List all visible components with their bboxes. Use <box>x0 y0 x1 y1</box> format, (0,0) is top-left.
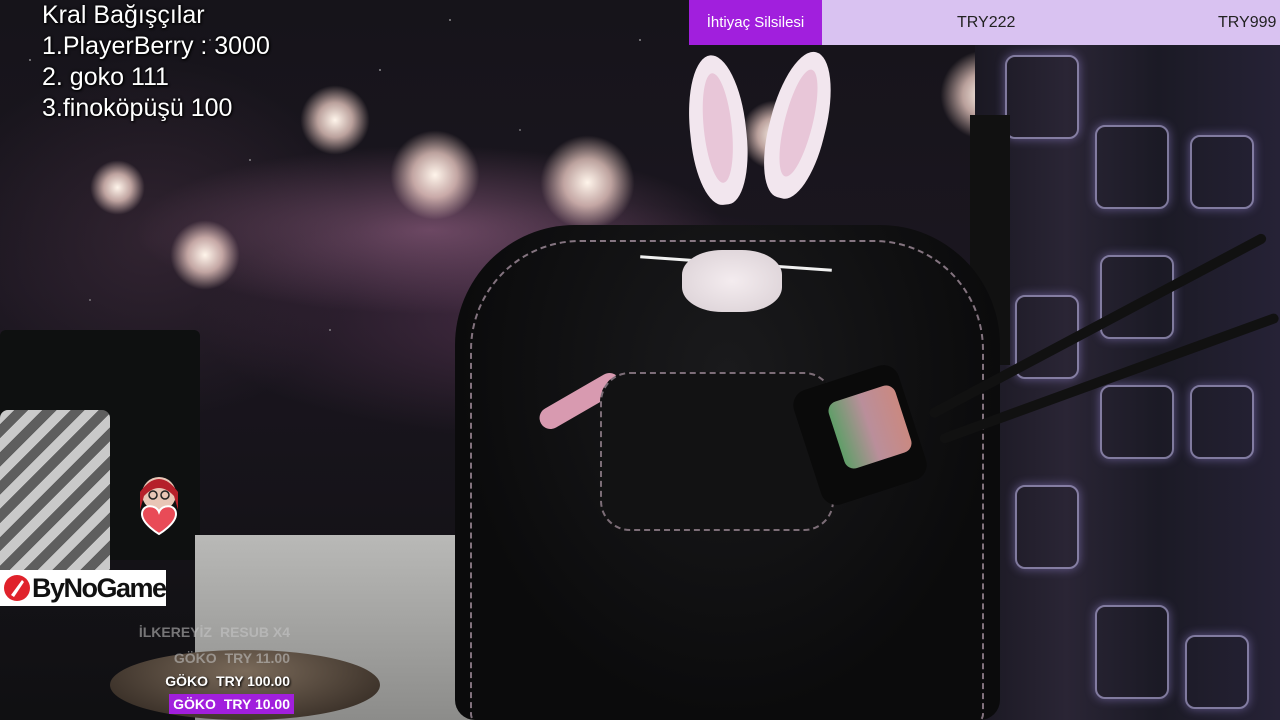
neon-tile <box>1100 255 1174 339</box>
feed-detail: TRY 10.00 <box>223 696 290 712</box>
neon-tile <box>1190 385 1254 459</box>
feed-user: GÖKO <box>173 650 217 666</box>
neon-tile <box>1100 385 1174 459</box>
top-donor-entry: 2. goko 111 <box>42 63 169 91</box>
feed-user: GÖKO <box>173 696 216 712</box>
bokeh-light <box>540 135 635 230</box>
feed-row: İLKEREYİZ RESUB X4 <box>135 622 294 642</box>
bow-tie <box>682 250 782 312</box>
neon-tile <box>1005 55 1079 139</box>
bokeh-light <box>390 130 480 220</box>
feed-user: GÖKO <box>165 673 209 689</box>
feed-detail: TRY 100.00 <box>216 673 290 689</box>
neon-tile <box>1015 485 1079 569</box>
donation-goals-bar: İhtiyaç Silsilesi TRY222 TRY999 <box>689 0 1280 45</box>
goal-item: TRY999 <box>1218 13 1277 31</box>
goal-item: TRY222 <box>957 13 1016 31</box>
bokeh-light <box>90 160 145 215</box>
feed-detail: RESUB X4 <box>219 624 290 640</box>
top-donors-title: Kral Bağışçılar <box>42 1 205 29</box>
neon-poster-wall <box>975 45 1280 720</box>
feed-row: GÖKO TRY 11.00 <box>170 648 294 668</box>
zigzag-cushion <box>0 410 110 590</box>
top-donor-entry: 3.finoköpüşü 100 <box>42 94 233 122</box>
bokeh-light <box>300 85 370 155</box>
bokeh-light <box>170 220 240 290</box>
bynogame-logo-icon <box>4 575 30 601</box>
neon-tile <box>1185 635 1249 709</box>
top-donors-overlay: Kral Bağışçılar 1.PlayerBerry : 3000 2. … <box>42 0 270 124</box>
heart-avatar-sticker-icon <box>128 470 190 536</box>
top-donor-entry: 1.PlayerBerry : 3000 <box>42 32 270 60</box>
neon-tile <box>1190 135 1254 209</box>
feed-row: GÖKO TRY 10.00 <box>169 694 294 714</box>
feed-row: GÖKO TRY 100.00 <box>161 671 294 691</box>
neon-tile <box>1095 605 1169 699</box>
bynogame-banner: ByNoGame <box>0 570 167 606</box>
feed-detail: TRY 11.00 <box>224 650 290 666</box>
brand-name: ByNoGame <box>32 572 167 603</box>
feed-user: İLKEREYİZ <box>138 624 212 640</box>
goals-active-label: İhtiyaç Silsilesi <box>689 0 822 45</box>
neon-tile <box>1095 125 1169 209</box>
